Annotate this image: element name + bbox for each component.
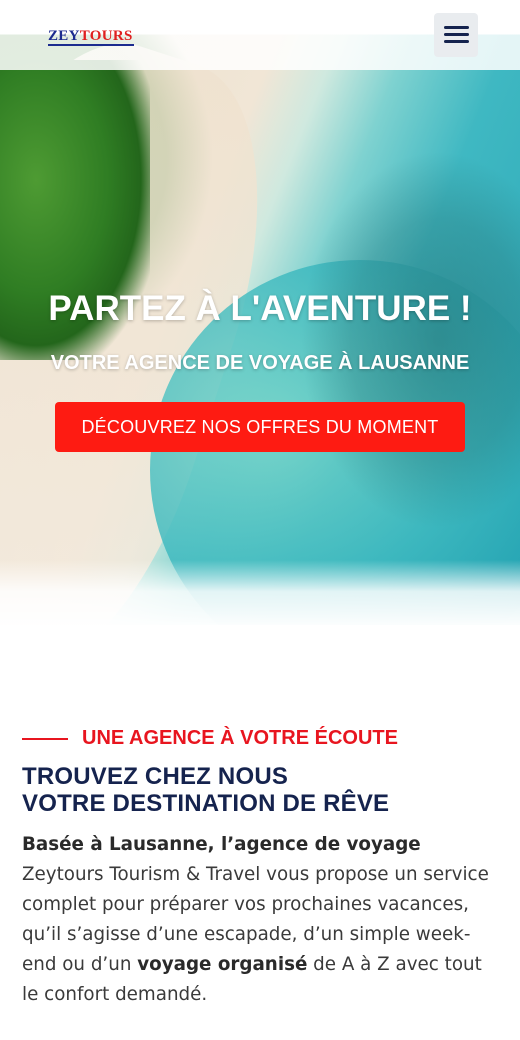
section-eyebrow: UNE AGENCE À VOTRE ÉCOUTE (82, 727, 398, 749)
logo-text-zey: ZEY (48, 28, 80, 44)
hero-section: PARTEZ À L'AVENTURE ! VOTRE AGENCE DE VO… (0, 0, 520, 625)
intro-bold-agency: Basée à Lausanne, l’agence de voyage (22, 834, 421, 855)
hero-plane-shadow (300, 150, 520, 530)
logo-underline (48, 44, 134, 46)
hero-title: PARTEZ À L'AVENTURE ! (48, 289, 472, 328)
logo[interactable]: ZEYTOURS (48, 28, 133, 44)
section-heading: TROUVEZ CHEZ NOUS VOTRE DESTINATION DE R… (22, 763, 492, 817)
menu-button[interactable] (434, 13, 478, 57)
eyebrow-divider (22, 738, 68, 740)
logo-text-tours: TOURS (79, 28, 133, 44)
hero-subtitle: VOTRE AGENCE DE VOYAGE À LAUSANNE (50, 352, 470, 374)
hero-bottom-fade (0, 560, 520, 625)
site-header: ZEYTOURS (0, 0, 520, 70)
intro-paragraph: Basée à Lausanne, l’agence de voyage Zey… (22, 830, 502, 1010)
section-heading-line1: TROUVEZ CHEZ NOUS (22, 763, 289, 790)
intro-bold-organized-trip: voyage organisé (137, 954, 308, 975)
discover-offers-button[interactable]: DÉCOUVREZ NOS OFFRES DU MOMENT (55, 402, 465, 452)
section-heading-line2: VOTRE DESTINATION DE RÊVE (22, 790, 390, 817)
